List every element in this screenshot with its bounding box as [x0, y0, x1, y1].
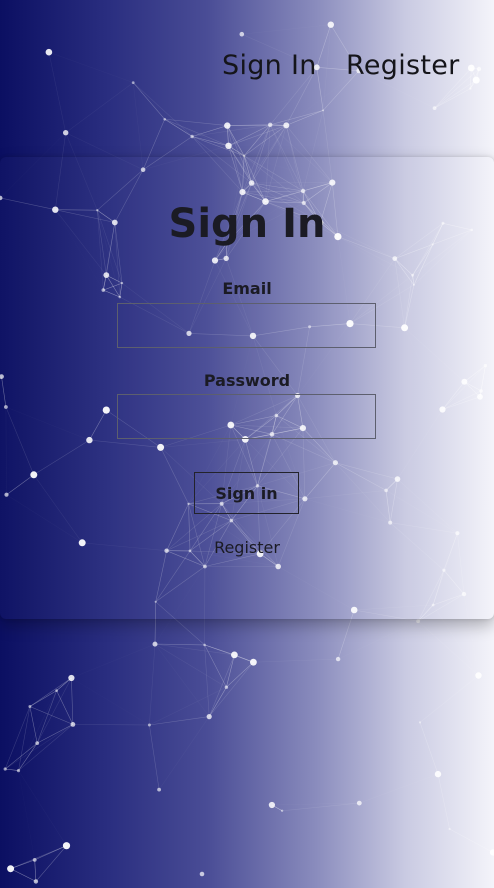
email-field[interactable]	[117, 303, 376, 348]
nav-register-link[interactable]: Register	[346, 50, 460, 81]
sign-in-button[interactable]: Sign in	[194, 472, 299, 514]
password-label: Password	[203, 371, 291, 390]
email-label: Email	[222, 279, 272, 298]
top-nav: Sign In Register	[0, 50, 494, 90]
register-link[interactable]: Register	[0, 538, 494, 557]
password-field[interactable]	[117, 394, 376, 439]
nav-sign-in-link[interactable]: Sign In	[222, 50, 317, 81]
sign-in-card: Sign In Email Password Sign in Register	[0, 157, 494, 619]
form-title: Sign In	[168, 201, 326, 247]
